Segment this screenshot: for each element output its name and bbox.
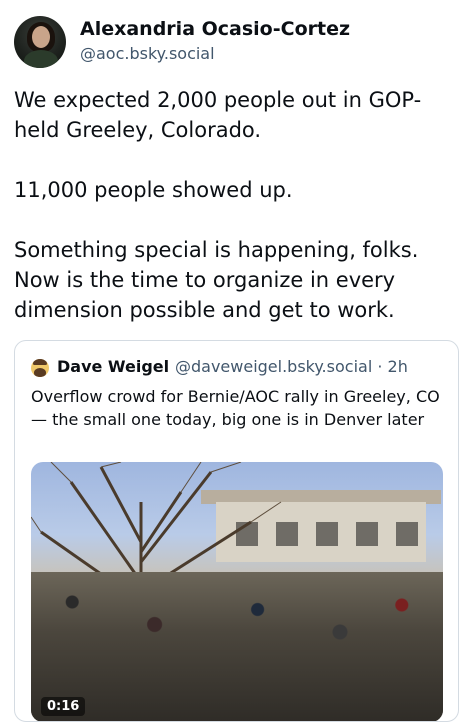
post-paragraph: Something special is happening, folks. N… <box>14 238 419 322</box>
post-header: Alexandria Ocasio-Cortez @aoc.bsky.socia… <box>14 14 454 70</box>
quoted-post[interactable]: Dave Weigel @daveweigel.bsky.social · 2h… <box>14 340 459 722</box>
video-player[interactable]: 0:16 <box>31 462 443 721</box>
post-paragraph: We expected 2,000 people out in GOP-held… <box>14 88 422 142</box>
author-avatar[interactable] <box>14 16 66 68</box>
video-duration: 0:16 <box>41 697 86 716</box>
quoted-author-name[interactable]: Dave Weigel <box>57 357 169 376</box>
author-name[interactable]: Alexandria Ocasio-Cortez <box>80 18 350 40</box>
post-body: We expected 2,000 people out in GOP-held… <box>14 85 454 325</box>
quoted-author-handle-time[interactable]: @daveweigel.bsky.social · 2h <box>175 357 408 376</box>
author-handle[interactable]: @aoc.bsky.social <box>80 44 215 63</box>
crowd <box>31 572 443 721</box>
post-paragraph: 11,000 people showed up. <box>14 178 293 202</box>
quoted-post-text: Overflow crowd for Bernie/AOC rally in G… <box>31 387 440 429</box>
quoted-author-avatar[interactable] <box>31 359 49 377</box>
quoted-post-header: Dave Weigel @daveweigel.bsky.social · 2h <box>31 357 451 379</box>
